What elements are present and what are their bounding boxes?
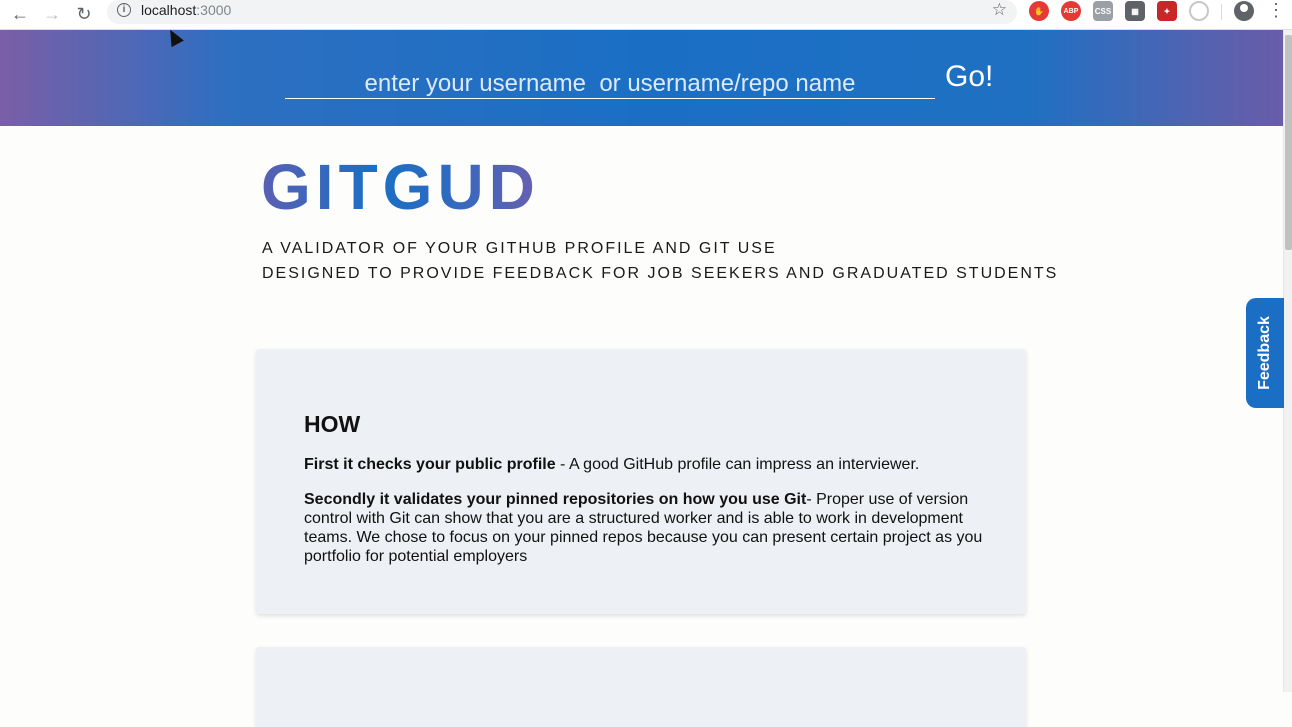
tagline-line-2: DESIGNED TO PROVIDE FEEDBACK FOR JOB SEE… <box>262 265 1059 282</box>
header-banner: Go! <box>0 30 1283 126</box>
reload-icon[interactable]: ↻ <box>72 2 96 26</box>
how-card: HOW First it checks your public profile … <box>256 349 1026 614</box>
page-scrollbar[interactable] <box>1283 30 1292 692</box>
info-icon[interactable]: i <box>117 3 131 17</box>
tagline-line-1: A VALIDATOR OF YOUR GITHUB PROFILE AND G… <box>262 240 777 257</box>
grid-extension-icon[interactable]: ▦ <box>1125 1 1145 21</box>
toolbar-separator <box>1221 4 1222 20</box>
feedback-label: Feedback <box>1256 316 1273 390</box>
url-text[interactable]: localhost:3000 <box>141 2 231 18</box>
go-button[interactable]: Go! <box>945 60 993 94</box>
forward-icon[interactable]: → <box>40 2 64 26</box>
back-icon[interactable]: ← <box>8 2 32 26</box>
kebab-menu-icon[interactable]: ⋮ <box>1266 0 1286 24</box>
scrollbar-thumb[interactable] <box>1285 35 1292 250</box>
username-search-input[interactable] <box>285 70 935 99</box>
stop-extension-icon[interactable]: ✋ <box>1029 1 1049 21</box>
url-host: localhost <box>141 2 197 18</box>
browser-toolbar: ← → ↻ i localhost:3000 ☆ ✋ ABP CSS ▦ ✦ ⋮ <box>0 0 1292 30</box>
how-heading: HOW <box>304 411 361 437</box>
css-extension-icon[interactable]: CSS <box>1093 1 1113 21</box>
address-bar[interactable]: i localhost:3000 ☆ <box>107 0 1017 24</box>
how-paragraph-2: Secondly it validates your pinned reposi… <box>304 490 984 566</box>
brand-title: GITGUD <box>261 151 540 223</box>
red-extension-icon[interactable]: ✦ <box>1157 1 1177 21</box>
adblock-plus-icon[interactable]: ABP <box>1061 1 1081 21</box>
bookmark-star-icon[interactable]: ☆ <box>992 0 1007 20</box>
second-card <box>256 647 1026 727</box>
how-paragraph-1: First it checks your public profile - A … <box>304 455 984 474</box>
profile-avatar-icon[interactable] <box>1234 1 1254 21</box>
how-paragraph-1-text: - A good GitHub profile can impress an i… <box>555 456 920 473</box>
how-paragraph-1-bold: First it checks your public profile <box>304 456 556 473</box>
how-paragraph-2-bold: Secondly it validates your pinned reposi… <box>304 491 807 508</box>
circle-extension-icon[interactable] <box>1189 1 1209 21</box>
feedback-tab[interactable]: Feedback <box>1246 298 1284 408</box>
url-port: :3000 <box>196 2 232 18</box>
